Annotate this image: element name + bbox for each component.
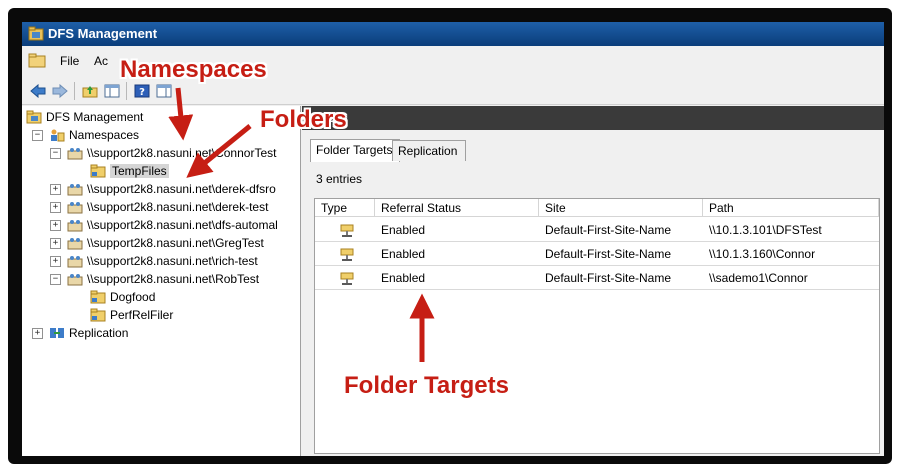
namespace-icon: [67, 238, 83, 250]
namespace-label: \\support2k8.nasuni.net\ConnorTest: [87, 146, 277, 160]
replication-icon: [50, 328, 64, 338]
referral-status-cell: Enabled: [381, 247, 426, 261]
annotation-folders: Folders: [260, 106, 347, 133]
tree-namespaces-label: Namespaces: [69, 128, 140, 142]
tree-namespace-item[interactable]: + \\support2k8.nasuni.net\rich-test: [50, 252, 258, 270]
dfs-folder-icon: [90, 164, 106, 178]
referral-status-cell: Enabled: [381, 223, 426, 237]
namespace-icon: [67, 184, 83, 196]
tree-folder-dogfood[interactable]: Dogfood: [90, 288, 155, 306]
collapse-toggle[interactable]: −: [50, 147, 61, 159]
tab-folder-targets[interactable]: Folder Targets: [310, 139, 400, 162]
properties-view-button[interactable]: [154, 82, 174, 100]
column-header-type[interactable]: Type: [315, 199, 375, 217]
path-cell: \\10.1.3.101\DFSTest: [709, 223, 822, 237]
dfs-folder-icon: [90, 308, 106, 322]
namespace-icon: [67, 256, 83, 268]
table-row[interactable]: Enabled Default-First-Site-Name \\10.1.3…: [315, 243, 879, 266]
column-header-path[interactable]: Path: [703, 199, 879, 217]
console-tree: DFS Management − Namespaces − \\support2…: [22, 106, 301, 456]
show-hide-tree-button[interactable]: [102, 82, 122, 100]
tree-folder-perfrelfiler[interactable]: PerfRelFiler: [90, 306, 173, 324]
tree-namespaces[interactable]: − Namespaces: [32, 126, 139, 144]
namespace-label: \\support2k8.nasuni.net\derek-test: [87, 200, 269, 214]
tree-root-label: DFS Management: [46, 110, 144, 124]
console-tree-icon: [104, 84, 120, 98]
namespaces-icon: [51, 129, 65, 142]
expand-toggle[interactable]: +: [50, 219, 61, 231]
up-folder-button[interactable]: [80, 82, 100, 100]
window-title: DFS Management: [48, 26, 158, 41]
namespace-icon: [67, 220, 83, 232]
expand-toggle[interactable]: +: [50, 255, 61, 267]
folder-target-icon: [340, 272, 354, 285]
namespace-icon: [67, 148, 83, 160]
expand-toggle[interactable]: +: [50, 183, 61, 195]
column-header-site[interactable]: Site: [539, 199, 703, 217]
tab-replication[interactable]: Replication: [392, 140, 466, 161]
svg-text:?: ?: [139, 87, 145, 98]
namespace-icon: [67, 202, 83, 214]
tree-namespace-item[interactable]: + \\support2k8.nasuni.net\dfs-automal: [50, 216, 278, 234]
action-pane-icon: [156, 84, 172, 98]
collapse-toggle[interactable]: −: [32, 129, 43, 141]
dfs-app-icon: [28, 26, 44, 41]
table-row[interactable]: Enabled Default-First-Site-Name \\sademo…: [315, 267, 879, 290]
folder-label: PerfRelFiler: [110, 308, 174, 322]
site-cell: Default-First-Site-Name: [545, 247, 672, 261]
toolbar-separator: [74, 82, 75, 100]
annotation-folder-targets: Folder Targets: [344, 372, 509, 399]
toolbar-separator: [126, 82, 127, 100]
tree-namespace-item[interactable]: − \\support2k8.nasuni.net\ConnorTest: [50, 144, 276, 162]
forward-button[interactable]: [50, 82, 70, 100]
dfs-folder-icon: [90, 290, 106, 304]
tree-namespace-item[interactable]: + \\support2k8.nasuni.net\derek-test: [50, 198, 268, 216]
table-row[interactable]: Enabled Default-First-Site-Name \\10.1.3…: [315, 219, 879, 242]
tree-namespace-item[interactable]: + \\support2k8.nasuni.net\GregTest: [50, 234, 264, 252]
path-cell: \\10.1.3.160\Connor: [709, 247, 816, 261]
menu-action[interactable]: Ac: [94, 54, 108, 68]
folder-label: Dogfood: [110, 290, 156, 304]
site-cell: Default-First-Site-Name: [545, 223, 672, 237]
folder-up-icon: [82, 86, 98, 98]
back-arrow-icon: [30, 84, 46, 98]
entries-count: 3 entries: [316, 172, 363, 186]
details-pane: Files Folder Targets Replication 3 entri…: [302, 106, 884, 456]
namespace-label: \\support2k8.nasuni.net\rich-test: [87, 254, 258, 268]
folder-target-icon: [340, 224, 354, 237]
expand-toggle[interactable]: +: [32, 327, 43, 339]
details-header: Files: [302, 106, 884, 130]
referral-status-cell: Enabled: [381, 271, 426, 285]
tree-folder-tempfiles[interactable]: TempFiles: [90, 162, 169, 180]
title-bar: DFS Management: [22, 22, 884, 46]
namespace-icon: [67, 274, 83, 286]
folder-targets-list: Type Referral Status Site Path Enabled D…: [314, 198, 880, 454]
tree-replication[interactable]: + Replication: [32, 324, 128, 342]
back-button[interactable]: [28, 82, 48, 100]
expand-toggle[interactable]: +: [50, 201, 61, 213]
namespace-label: \\support2k8.nasuni.net\dfs-automal: [87, 218, 278, 232]
dfs-management-icon: [26, 110, 42, 124]
tree-replication-label: Replication: [69, 326, 129, 340]
menu-file[interactable]: File: [60, 54, 79, 68]
tree-namespace-item[interactable]: − \\support2k8.nasuni.net\RobTest: [50, 270, 259, 288]
help-button[interactable]: ?: [132, 82, 152, 100]
help-icon: ?: [134, 84, 150, 98]
expand-toggle[interactable]: +: [50, 237, 61, 249]
folder-target-icon: [340, 248, 354, 261]
tree-root-dfs-management[interactable]: DFS Management: [26, 108, 143, 126]
path-cell: \\sademo1\Connor: [709, 271, 808, 285]
collapse-toggle[interactable]: −: [50, 273, 61, 285]
system-menu-icon[interactable]: [28, 52, 46, 68]
namespace-label: \\support2k8.nasuni.net\RobTest: [87, 272, 260, 286]
forward-arrow-icon: [52, 84, 68, 98]
column-header-referral-status[interactable]: Referral Status: [375, 199, 539, 217]
namespace-label: \\support2k8.nasuni.net\derek-dfsro: [87, 182, 276, 196]
annotation-namespaces: Namespaces: [120, 56, 267, 83]
tree-namespace-item[interactable]: + \\support2k8.nasuni.net\derek-dfsro: [50, 180, 276, 198]
namespace-label: \\support2k8.nasuni.net\GregTest: [87, 236, 264, 250]
folder-label: TempFiles: [110, 164, 169, 178]
site-cell: Default-First-Site-Name: [545, 271, 672, 285]
